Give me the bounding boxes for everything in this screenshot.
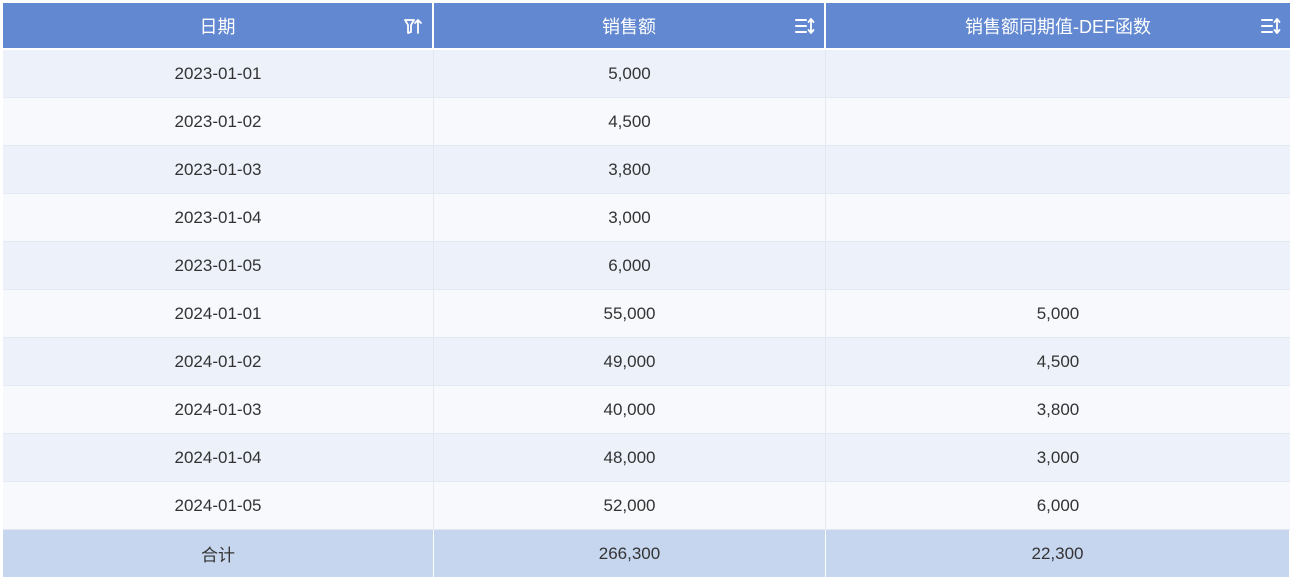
column-header-label: 销售额 [602, 16, 656, 37]
column-header-label: 日期 [199, 16, 236, 37]
column-header-label: 销售额同期值-DEF函数 [965, 16, 1151, 37]
data-table: 日期 销售额 销售额同期值-DEF函数 2023-01-01 5,000 202… [3, 3, 1290, 577]
cell-prior-sales: 4,500 [1036, 351, 1080, 371]
table-row: 2023-01-01 5,000 [3, 50, 1290, 98]
sort-filter-icon[interactable] [402, 15, 424, 37]
column-header-prior-sales[interactable]: 销售额同期值-DEF函数 [826, 3, 1290, 48]
table-row: 2024-01-04 48,000 3,000 [3, 434, 1290, 482]
total-row: 合计 266,300 22,300 [3, 530, 1290, 577]
cell-sales: 49,000 [434, 338, 826, 385]
table-row: 2023-01-03 3,800 [3, 146, 1290, 194]
table-row: 2024-01-02 49,000 4,500 [3, 338, 1290, 386]
cell-date: 2023-01-05 [3, 242, 434, 289]
cell-sales: 6,000 [434, 242, 826, 289]
sort-icon[interactable] [794, 15, 816, 37]
total-prior-sales: 22,300 [826, 530, 1290, 577]
cell-sales: 5,000 [434, 50, 826, 97]
cell-sales: 3,800 [434, 146, 826, 193]
table-row: 2024-01-03 40,000 3,800 [3, 386, 1290, 434]
cell-prior-sales: 5,000 [1036, 303, 1080, 323]
table-row: 2023-01-02 4,500 [3, 98, 1290, 146]
cell-prior-sales [826, 146, 1290, 193]
cell-prior-sales: 3,800 [1036, 399, 1080, 419]
cell-date: 2024-01-01 [3, 290, 434, 337]
cell-date: 2023-01-02 [3, 98, 434, 145]
column-header-sales[interactable]: 销售额 [434, 3, 826, 48]
cell-sales: 52,000 [434, 482, 826, 529]
table-row: 2024-01-05 52,000 6,000 [3, 482, 1290, 530]
table-row: 2023-01-04 3,000 [3, 194, 1290, 242]
cell-date: 2023-01-01 [3, 50, 434, 97]
cell-date: 2024-01-02 [3, 338, 434, 385]
cell-date: 2024-01-03 [3, 386, 434, 433]
table-row: 2024-01-01 55,000 5,000 [3, 290, 1290, 338]
cell-sales: 55,000 [434, 290, 826, 337]
table-header: 日期 销售额 销售额同期值-DEF函数 [3, 3, 1290, 50]
column-header-date[interactable]: 日期 [3, 3, 434, 48]
cell-prior-sales [826, 50, 1290, 97]
table-row: 2023-01-05 6,000 [3, 242, 1290, 290]
total-label: 合计 [3, 530, 434, 577]
cell-date: 2023-01-04 [3, 194, 434, 241]
cell-date: 2023-01-03 [3, 146, 434, 193]
cell-date: 2024-01-04 [3, 434, 434, 481]
cell-prior-sales [826, 194, 1290, 241]
cell-sales: 40,000 [434, 386, 826, 433]
cell-prior-sales [826, 242, 1290, 289]
sort-icon[interactable] [1260, 15, 1282, 37]
cell-prior-sales [826, 98, 1290, 145]
total-sales: 266,300 [434, 530, 826, 577]
cell-sales: 48,000 [434, 434, 826, 481]
cell-date: 2024-01-05 [3, 482, 434, 529]
cell-sales: 3,000 [434, 194, 826, 241]
cell-prior-sales: 3,000 [1036, 447, 1080, 467]
cell-sales: 4,500 [434, 98, 826, 145]
cell-prior-sales: 6,000 [1036, 495, 1080, 515]
